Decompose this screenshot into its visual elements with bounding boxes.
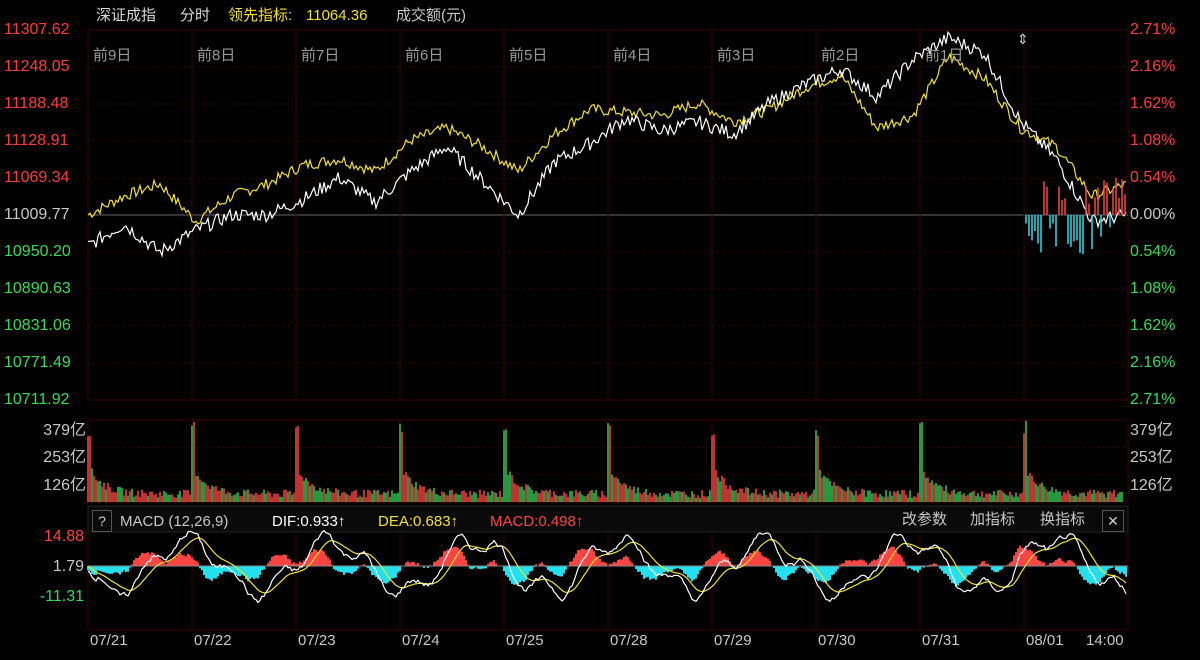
- day-label: 前7日: [301, 47, 340, 64]
- day-label: 前1日: [925, 47, 964, 64]
- price-tick-label: 11248.05: [4, 58, 70, 75]
- day-label: 前4日: [613, 47, 652, 64]
- price-tick-label: 11009.77: [4, 206, 70, 223]
- percent-tick-label: 2.71%: [1130, 21, 1176, 38]
- help-button[interactable]: ?: [92, 510, 112, 532]
- percent-tick-label: 1.62%: [1130, 95, 1176, 112]
- time-tick-label: 07/21: [90, 632, 128, 649]
- day-label: 前9日: [93, 47, 132, 64]
- macd-dif: DIF:0.933↑: [272, 513, 346, 530]
- price-tick-label: 11188.48: [4, 95, 69, 112]
- day-label: 前2日: [821, 47, 860, 64]
- time-tick-label: 07/24: [402, 632, 440, 649]
- day-label: 前6日: [405, 47, 444, 64]
- chart-canvas: ⇕: [87, 29, 1129, 631]
- volume-tick-label: 253亿: [43, 449, 86, 467]
- close-icon[interactable]: ✕: [1102, 510, 1124, 532]
- cursor-icon: ⇕: [1017, 32, 1029, 48]
- lead-indicator-line: [87, 52, 1126, 225]
- time-tick-label: 07/23: [298, 632, 336, 649]
- price-tick-label: 11307.62: [4, 21, 70, 38]
- price-tick-label: 10831.06: [4, 317, 71, 334]
- time-tick-label: 14:00: [1086, 632, 1124, 649]
- volume-tick-label: 379亿: [1130, 422, 1173, 439]
- time-tick-label: 07/22: [194, 632, 232, 649]
- percent-tick-label: 0.00%: [1130, 206, 1176, 223]
- macd-tick-label: 1.79: [52, 558, 84, 575]
- price-tick-label: 10890.63: [4, 280, 71, 297]
- price-tick-label: 11069.34: [4, 169, 70, 186]
- price-line: [88, 30, 1127, 258]
- macd-tick-label: -11.31: [39, 588, 84, 605]
- day-label: 前8日: [197, 47, 236, 64]
- percent-tick-label: 2.16%: [1130, 354, 1176, 371]
- macd-title: MACD (12,26,9): [120, 513, 229, 530]
- add-indicator-button[interactable]: 加指标: [970, 510, 1015, 530]
- macd-value: MACD:0.498↑: [490, 513, 584, 530]
- time-tick-label: 07/30: [818, 632, 856, 649]
- volume-tick-label: 126亿: [1130, 476, 1173, 494]
- price-tick-label: 10950.20: [4, 243, 71, 260]
- time-tick-label: 07/29: [714, 632, 752, 649]
- percent-tick-label: 1.08%: [1130, 132, 1176, 149]
- price-tick-label: 11128.91: [4, 132, 69, 149]
- percent-tick-label: 1.08%: [1130, 280, 1176, 297]
- change-params-button[interactable]: 改参数: [902, 510, 947, 530]
- switch-indicator-button[interactable]: 换指标: [1040, 510, 1085, 530]
- volume-tick-label: 126亿: [43, 476, 86, 494]
- day-label: 前5日: [509, 47, 548, 64]
- time-tick-label: 07/28: [610, 632, 648, 649]
- percent-tick-label: 0.54%: [1130, 169, 1176, 186]
- time-tick-label: 07/25: [506, 632, 544, 649]
- percent-tick-label: 2.71%: [1130, 391, 1176, 408]
- percent-tick-label: 1.62%: [1130, 317, 1176, 334]
- macd-tick-label: 14.88: [43, 528, 84, 545]
- price-tick-label: 10771.49: [4, 354, 71, 371]
- price-tick-label: 10711.92: [4, 391, 70, 408]
- macd-dea: DEA:0.683↑: [378, 513, 459, 530]
- volume-tick-label: 253亿: [1130, 449, 1173, 467]
- time-tick-label: 08/01: [1026, 632, 1064, 649]
- volume-tick-label: 379亿: [43, 422, 86, 439]
- day-label: 前3日: [717, 47, 756, 64]
- percent-tick-label: 2.16%: [1130, 58, 1176, 75]
- time-tick-label: 07/31: [922, 632, 960, 649]
- percent-tick-label: 0.54%: [1130, 243, 1176, 260]
